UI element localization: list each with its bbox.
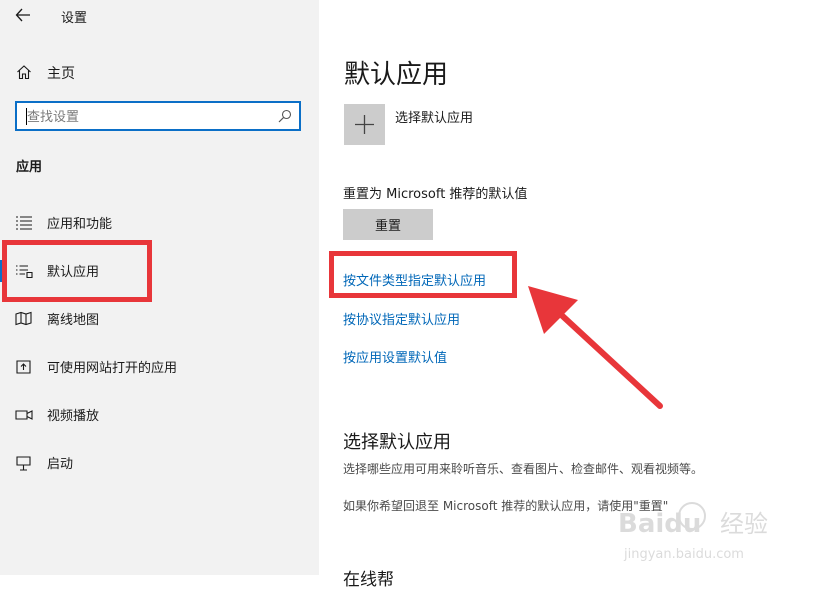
link-set-defaults-by-app[interactable]: 按应用设置默认值 xyxy=(343,347,447,366)
search-box[interactable] xyxy=(15,101,301,131)
choose-default-app-label: 选择默认应用 xyxy=(395,111,474,126)
annotation-highlight-link xyxy=(329,251,517,298)
search-icon[interactable] xyxy=(278,109,292,123)
reset-button[interactable]: 重置 xyxy=(343,209,433,240)
sidebar-item-label: 应用和功能 xyxy=(47,217,113,232)
choose-default-app-button[interactable] xyxy=(344,104,385,145)
baidu-watermark-logo: Baidu 经验 jingyan.baidu.com xyxy=(618,502,768,562)
back-button[interactable] xyxy=(8,3,38,27)
sidebar-item-label: 启动 xyxy=(47,457,74,472)
offline-maps-icon xyxy=(15,311,32,326)
section-title: 选择默认应用 xyxy=(343,432,451,453)
sidebar-item-label: 可使用网站打开的应用 xyxy=(47,361,178,376)
reset-description: 重置为 Microsoft 推荐的默认值 xyxy=(343,187,528,202)
page-title: 默认应用 xyxy=(344,60,449,90)
plus-icon xyxy=(355,115,374,134)
startup-icon xyxy=(16,456,31,471)
video-playback-icon xyxy=(15,410,33,420)
apps-features-icon xyxy=(16,216,32,230)
sidebar-item-video-playback[interactable]: 视频播放 xyxy=(0,395,319,435)
section-description: 选择哪些应用可用来聆听音乐、查看图片、检查邮件、观看视频等。 xyxy=(343,462,704,476)
home-icon xyxy=(17,65,31,80)
sidebar-item-label: 视频播放 xyxy=(47,409,100,424)
window-title: 设置 xyxy=(61,11,88,26)
section-heading: 应用 xyxy=(16,160,43,175)
svg-text:经验: 经验 xyxy=(720,510,768,538)
text-caret xyxy=(26,108,27,125)
sidebar-item-label: 离线地图 xyxy=(47,313,100,328)
sidebar-item-label: 主页 xyxy=(47,66,75,82)
search-input[interactable] xyxy=(25,106,269,128)
sidebar-item-startup[interactable]: 启动 xyxy=(0,443,319,483)
apps-for-websites-icon xyxy=(16,360,31,374)
svg-text:jingyan.baidu.com: jingyan.baidu.com xyxy=(623,547,744,562)
svg-text:Baidu: Baidu xyxy=(618,509,701,539)
sidebar-item-offline-maps[interactable]: 离线地图 xyxy=(0,299,319,339)
sidebar-item-home[interactable]: 主页 xyxy=(0,56,319,88)
annotation-arrow-icon xyxy=(528,286,663,409)
link-default-apps-by-protocol[interactable]: 按协议指定默认应用 xyxy=(343,309,460,328)
sidebar-item-apps-features[interactable]: 应用和功能 xyxy=(0,203,319,243)
back-arrow-icon xyxy=(15,8,30,22)
annotation-highlight-sidebar xyxy=(2,240,152,302)
sidebar-item-apps-for-websites[interactable]: 可使用网站打开的应用 xyxy=(0,347,319,387)
help-heading: 在线帮 xyxy=(343,570,394,590)
